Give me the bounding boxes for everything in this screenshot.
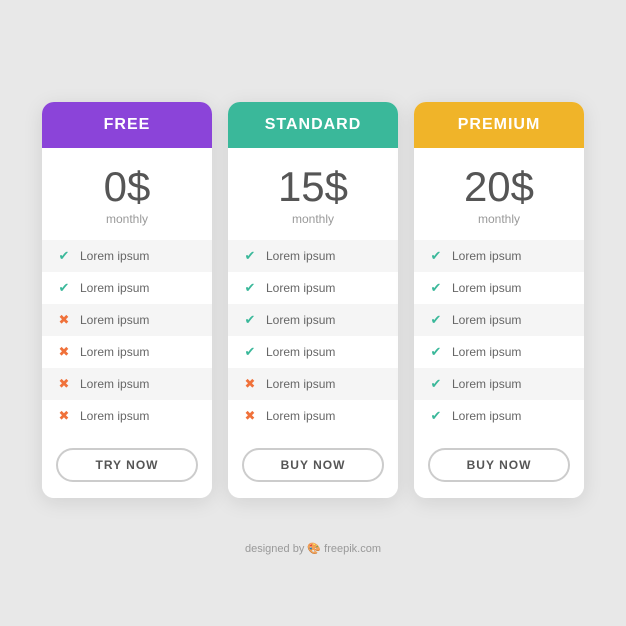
feature-text: Lorem ipsum <box>80 249 149 263</box>
feature-text: Lorem ipsum <box>266 345 335 359</box>
list-item: ✖ Lorem ipsum <box>42 368 212 400</box>
feature-text: Lorem ipsum <box>266 377 335 391</box>
list-item: ✔ Lorem ipsum <box>228 304 398 336</box>
list-item: ✔ Lorem ipsum <box>228 272 398 304</box>
checkmark-icon: ✔ <box>56 280 72 296</box>
feature-text: Lorem ipsum <box>80 281 149 295</box>
cta-button-free[interactable]: TRY NOW <box>56 448 198 482</box>
checkmark-icon: ✔ <box>56 248 72 264</box>
price-amount-standard: 15$ <box>238 166 388 208</box>
price-section-premium: 20$ monthly <box>414 148 584 240</box>
cross-icon: ✖ <box>56 376 72 392</box>
feature-text: Lorem ipsum <box>266 409 335 423</box>
list-item: ✖ Lorem ipsum <box>228 368 398 400</box>
checkmark-icon: ✔ <box>242 312 258 328</box>
feature-text: Lorem ipsum <box>80 345 149 359</box>
list-item: ✖ Lorem ipsum <box>42 400 212 432</box>
price-amount-free: 0$ <box>52 166 202 208</box>
list-item: ✔ Lorem ipsum <box>414 368 584 400</box>
checkmark-icon: ✔ <box>428 344 444 360</box>
cross-icon: ✖ <box>56 312 72 328</box>
feature-text: Lorem ipsum <box>266 313 335 327</box>
card-header-standard: STANDARD <box>228 102 398 148</box>
footer-credit: designed by 🎨 freepik.com <box>245 542 381 555</box>
price-period-standard: monthly <box>238 212 388 226</box>
list-item: ✔ Lorem ipsum <box>414 272 584 304</box>
list-item: ✔ Lorem ipsum <box>414 240 584 272</box>
feature-text: Lorem ipsum <box>452 409 521 423</box>
list-item: ✖ Lorem ipsum <box>42 336 212 368</box>
price-section-standard: 15$ monthly <box>228 148 398 240</box>
card-footer-premium: BUY NOW <box>414 432 584 498</box>
checkmark-icon: ✔ <box>242 248 258 264</box>
checkmark-icon: ✔ <box>242 280 258 296</box>
feature-text: Lorem ipsum <box>266 249 335 263</box>
feature-text: Lorem ipsum <box>452 281 521 295</box>
feature-text: Lorem ipsum <box>452 345 521 359</box>
card-header-premium: PREMIUM <box>414 102 584 148</box>
cross-icon: ✖ <box>242 376 258 392</box>
card-footer-free: TRY NOW <box>42 432 212 498</box>
pricing-card-standard: STANDARD 15$ monthly ✔ Lorem ipsum ✔ Lorem ips… <box>228 102 398 498</box>
list-item: ✖ Lorem ipsum <box>42 304 212 336</box>
feature-text: Lorem ipsum <box>80 313 149 327</box>
list-item: ✔ Lorem ipsum <box>228 336 398 368</box>
list-item: ✔ Lorem ipsum <box>414 304 584 336</box>
feature-text: Lorem ipsum <box>452 249 521 263</box>
feature-text: Lorem ipsum <box>452 377 521 391</box>
checkmark-icon: ✔ <box>428 376 444 392</box>
list-item: ✖ Lorem ipsum <box>228 400 398 432</box>
price-section-free: 0$ monthly <box>42 148 212 240</box>
list-item: ✔ Lorem ipsum <box>414 336 584 368</box>
list-item: ✔ Lorem ipsum <box>414 400 584 432</box>
price-amount-premium: 20$ <box>424 166 574 208</box>
pricing-card-premium: PREMIUM 20$ monthly ✔ Lorem ipsum ✔ Lorem ipsu… <box>414 102 584 498</box>
pricing-card-free: FREE 0$ monthly ✔ Lorem ipsum ✔ Lorem ipsum ✖ Lo… <box>42 102 212 498</box>
features-list-premium: ✔ Lorem ipsum ✔ Lorem ipsum ✔ Lorem ipsum ✔ Lor… <box>414 240 584 432</box>
cta-button-premium[interactable]: BUY NOW <box>428 448 570 482</box>
list-item: ✔ Lorem ipsum <box>42 240 212 272</box>
cross-icon: ✖ <box>242 408 258 424</box>
cross-icon: ✖ <box>56 408 72 424</box>
price-period-free: monthly <box>52 212 202 226</box>
cross-icon: ✖ <box>56 344 72 360</box>
checkmark-icon: ✔ <box>428 248 444 264</box>
cta-button-standard[interactable]: BUY NOW <box>242 448 384 482</box>
features-list-free: ✔ Lorem ipsum ✔ Lorem ipsum ✖ Lorem ipsum ✖ Lor… <box>42 240 212 432</box>
list-item: ✔ Lorem ipsum <box>42 272 212 304</box>
checkmark-icon: ✔ <box>242 344 258 360</box>
checkmark-icon: ✔ <box>428 280 444 296</box>
feature-text: Lorem ipsum <box>452 313 521 327</box>
feature-text: Lorem ipsum <box>80 377 149 391</box>
list-item: ✔ Lorem ipsum <box>228 240 398 272</box>
card-footer-standard: BUY NOW <box>228 432 398 498</box>
pricing-container: FREE 0$ monthly ✔ Lorem ipsum ✔ Lorem ipsum ✖ Lo… <box>12 62 614 538</box>
features-list-standard: ✔ Lorem ipsum ✔ Lorem ipsum ✔ Lorem ipsum ✔ Lor… <box>228 240 398 432</box>
feature-text: Lorem ipsum <box>80 409 149 423</box>
feature-text: Lorem ipsum <box>266 281 335 295</box>
checkmark-icon: ✔ <box>428 312 444 328</box>
card-header-free: FREE <box>42 102 212 148</box>
price-period-premium: monthly <box>424 212 574 226</box>
checkmark-icon: ✔ <box>428 408 444 424</box>
